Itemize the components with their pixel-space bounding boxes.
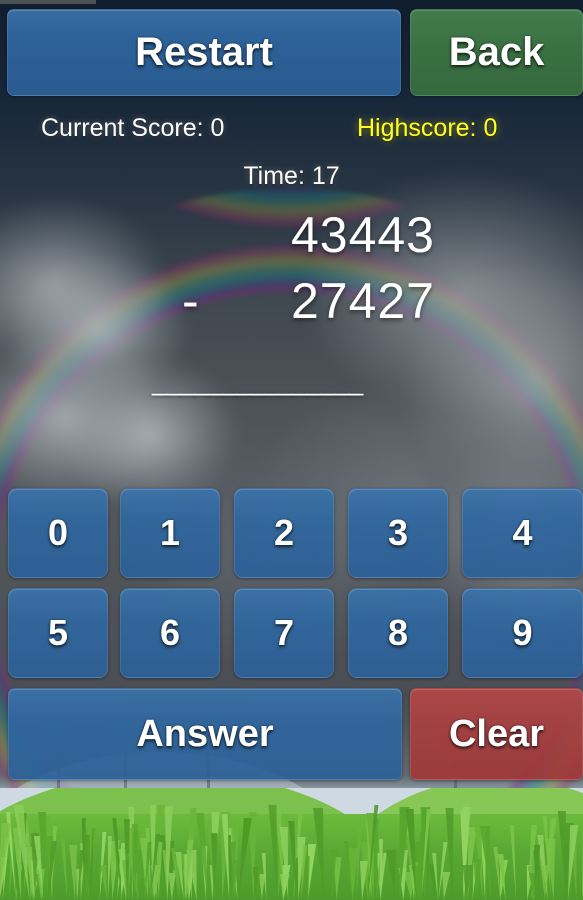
key-4[interactable]: 4: [462, 488, 583, 578]
current-score-label: Current Score: 0: [41, 114, 225, 142]
key-5[interactable]: 5: [8, 588, 108, 678]
key-0[interactable]: 0: [8, 488, 108, 578]
key-6[interactable]: 6: [120, 588, 220, 678]
key-2[interactable]: 2: [234, 488, 334, 578]
highscore-label: Highscore: 0: [357, 114, 498, 142]
clear-button[interactable]: Clear: [410, 688, 583, 780]
key-7[interactable]: 7: [234, 588, 334, 678]
restart-button[interactable]: Restart: [7, 9, 401, 96]
key-9[interactable]: 9: [462, 588, 583, 678]
problem-operator: -: [182, 273, 199, 329]
problem-operand-1: 43443: [290, 207, 435, 263]
answer-button[interactable]: Answer: [8, 688, 402, 780]
time-label: Time: 17: [243, 162, 340, 190]
key-1[interactable]: 1: [120, 488, 220, 578]
status-bar: [0, 0, 583, 7]
problem-rule-line: _______________: [152, 366, 363, 396]
key-8[interactable]: 8: [348, 588, 448, 678]
game-screen: Restart Back Current Score: 0 Highscore:…: [0, 0, 583, 900]
problem-operand-2: 27427: [290, 273, 435, 329]
key-3[interactable]: 3: [348, 488, 448, 578]
back-button[interactable]: Back: [410, 9, 583, 96]
